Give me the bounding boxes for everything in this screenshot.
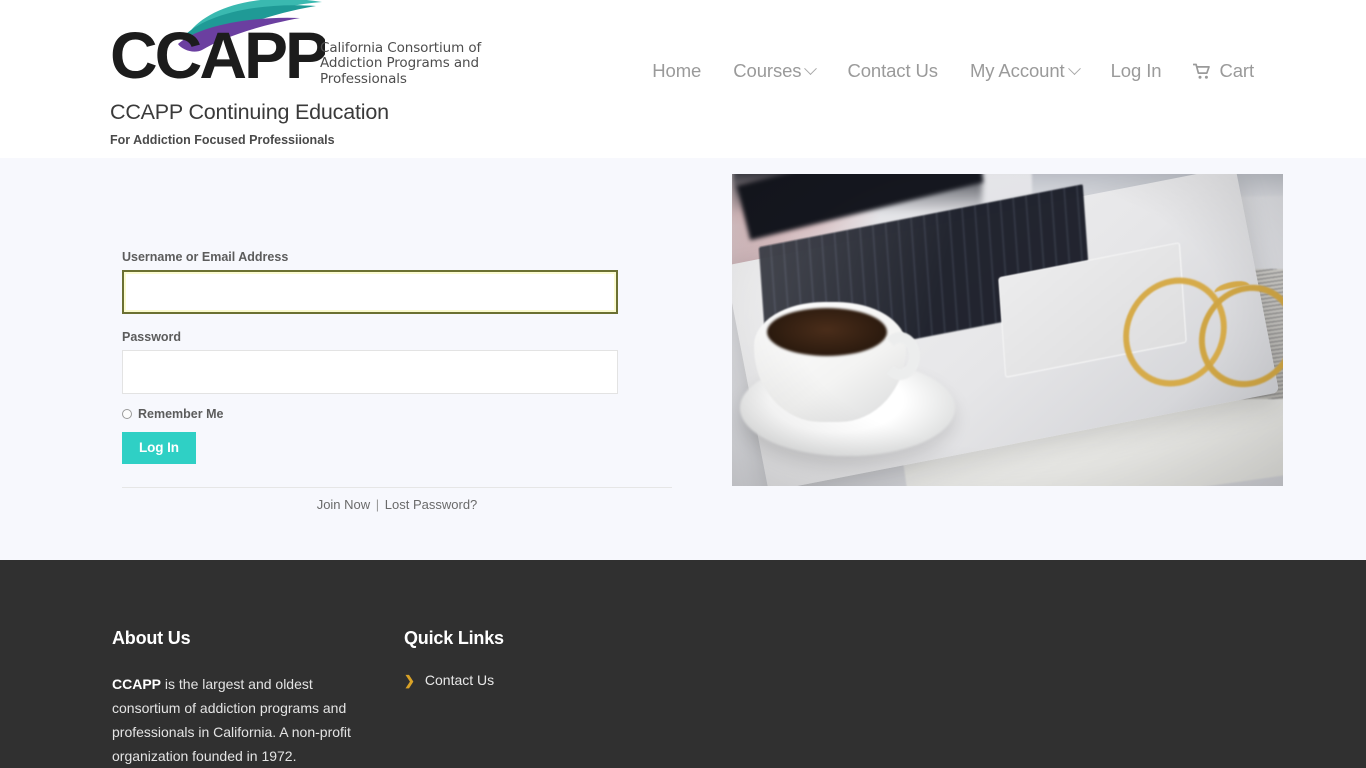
site-tagline: For Addiction Focused Professiionals [110,133,335,147]
logo-subtitle: California Consortium of Addiction Progr… [320,40,482,87]
nav-item-log-in[interactable]: Log In [1095,60,1178,82]
nav-item-contact-us[interactable]: Contact Us [831,60,954,82]
nav-item-my-account-label: My Account [969,60,1065,81]
login-form: Username or Email Address Password Remem… [122,250,672,512]
site-header: CCAPP California Consortium of Addiction… [0,0,1366,158]
main-navigation: Home Courses Contact Us My Account Log I… [636,60,1254,82]
footer-about-text: CCAPP is the largest and oldest consorti… [112,672,382,768]
lost-password-link[interactable]: Lost Password? [385,497,478,512]
quick-link-contact-us[interactable]: ❯ Contact Us [404,672,664,688]
login-submit-button[interactable]: Log In [122,432,196,464]
nav-item-courses-label: Courses [733,60,802,81]
nav-item-log-in-label: Log In [1110,60,1162,81]
chevron-down-icon [1067,61,1081,75]
shopping-cart-icon [1193,63,1212,80]
footer-quick-links-heading: Quick Links [404,628,504,648]
chevron-right-icon: ❯ [404,672,415,688]
site-title: CCAPP Continuing Education [110,100,389,124]
form-links-row: Join Now | Lost Password? [122,488,672,512]
remember-me-row[interactable]: Remember Me [122,407,618,421]
password-input[interactable] [122,350,618,394]
join-now-link[interactable]: Join Now [317,497,370,512]
nav-item-cart[interactable]: Cart [1177,60,1254,82]
nav-item-contact-us-label: Contact Us [847,60,938,81]
nav-item-home[interactable]: Home [636,60,717,82]
nav-item-my-account[interactable]: My Account [954,60,1095,82]
username-label: Username or Email Address [122,250,289,264]
nav-item-cart-label: Cart [1219,60,1254,81]
footer-about-heading: About Us [112,628,191,648]
nav-item-home-label: Home [652,60,702,81]
brand-block[interactable]: CCAPP California Consortium of Addiction… [110,0,670,147]
username-field-group: Username or Email Address [122,250,618,314]
chevron-down-icon [804,61,818,75]
remember-me-checkbox[interactable] [122,409,132,419]
footer-about-column: About Us CCAPP is the largest and oldest… [112,628,382,768]
footer-quick-links-column: Quick Links ❯ Contact Us [404,628,664,688]
remember-me-label: Remember Me [138,407,224,421]
svg-text:CCAPP: CCAPP [110,18,325,88]
username-input[interactable] [122,270,618,314]
password-field-group: Password [122,330,618,394]
main-content: Username or Email Address Password Remem… [0,158,1366,560]
hero-image-vignette [732,174,1283,486]
site-footer: About Us CCAPP is the largest and oldest… [0,560,1366,768]
nav-item-courses[interactable]: Courses [717,60,831,82]
quick-link-contact-us-label: Contact Us [424,672,495,688]
ccapp-logo-icon[interactable]: CCAPP [110,0,325,88]
footer-about-bold-lead: CCAPP [112,676,162,692]
hero-image [732,174,1283,486]
logo-row: CCAPP California Consortium of Addiction… [110,0,670,88]
links-separator: | [375,497,380,512]
password-label: Password [122,330,182,344]
